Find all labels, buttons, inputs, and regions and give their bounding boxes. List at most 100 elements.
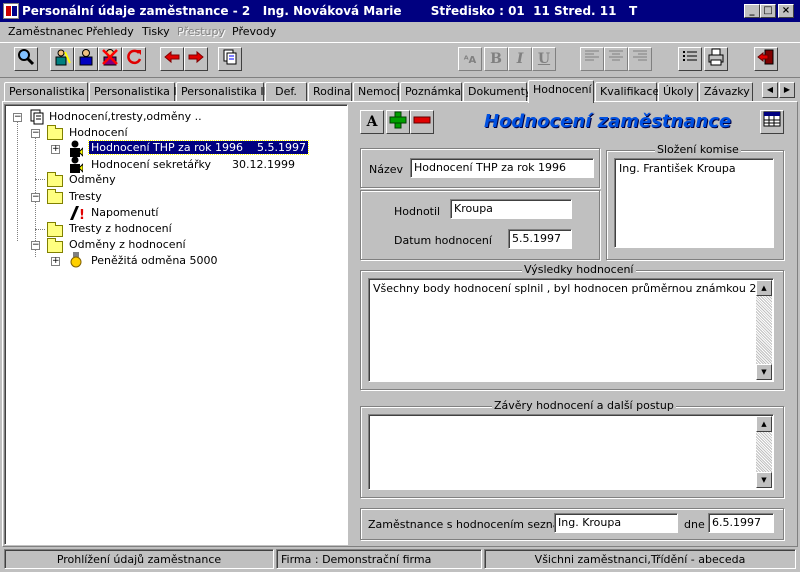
tree-view[interactable]: − Hodnocení,tresty,odměny .. − Hodnocení…: [4, 104, 348, 545]
tree-node-tresty-z-hodnoceni[interactable]: Tresty z hodnocení: [69, 222, 172, 235]
tab-personalistika-3[interactable]: Personalistika III: [176, 82, 270, 102]
tab-personalistika-2[interactable]: Personalistika II: [89, 82, 180, 102]
tab-def[interactable]: Def.: [265, 82, 307, 102]
align-right-button[interactable]: [628, 47, 652, 71]
tab-personalistika-1[interactable]: Personalistika I: [4, 82, 92, 102]
menu-prevody[interactable]: Převody: [232, 25, 276, 38]
font-size-icon: ᴬA: [463, 55, 477, 66]
tree-root[interactable]: Hodnocení,tresty,odměny ..: [49, 110, 202, 123]
menu-prestupy[interactable]: Přestupy: [177, 25, 225, 38]
search-button[interactable]: [14, 47, 38, 71]
tree-node-tresty[interactable]: Tresty: [69, 190, 102, 203]
remove-button[interactable]: [410, 110, 434, 134]
tab-ukoly[interactable]: Úkoly: [658, 82, 698, 102]
previous-button[interactable]: [160, 47, 184, 71]
evaluation-person-icon: [70, 156, 83, 173]
tree-connector: [17, 121, 18, 241]
nazev-label: Název: [369, 163, 404, 176]
print-button[interactable]: [704, 47, 728, 71]
menu-tisky[interactable]: Tisky: [142, 25, 170, 38]
hodnotil-input[interactable]: Kroupa: [450, 199, 572, 219]
arrow-up-icon: ▲: [761, 420, 767, 428]
collapse-toggle[interactable]: −: [31, 193, 40, 202]
tree-node-odmeny-z-hodnoceni[interactable]: Odměny z hodnocení: [69, 238, 186, 251]
bullet-list-icon: [683, 51, 697, 61]
menu-zamestnanec[interactable]: Zaměstnanec: [8, 25, 83, 38]
vysledky-title: Výsledky hodnocení: [522, 263, 636, 276]
svg-text:!: !: [79, 208, 85, 221]
calendar-button[interactable]: [760, 110, 784, 134]
align-left-button[interactable]: [580, 47, 604, 71]
komise-title: Složení komise: [655, 143, 741, 156]
collapse-toggle[interactable]: −: [31, 241, 40, 250]
arrow-left-icon: [164, 50, 180, 64]
delete-person-button[interactable]: [98, 47, 122, 71]
panel-title: Hodnocení zaměstnance: [484, 111, 732, 132]
edit-person-button[interactable]: [50, 47, 74, 71]
italic-button[interactable]: I: [508, 47, 532, 71]
add-button[interactable]: [386, 110, 410, 134]
align-center-button[interactable]: [604, 47, 628, 71]
font-button[interactable]: A: [360, 110, 384, 134]
delete-person-icon: [102, 49, 118, 66]
underline-button[interactable]: U: [532, 47, 556, 71]
collapse-toggle[interactable]: −: [31, 129, 40, 138]
bullet-list-button[interactable]: [678, 47, 702, 71]
tab-nemoci[interactable]: Nemoci: [353, 82, 400, 102]
vysledky-textarea[interactable]: Všechny body hodnocení splnil , byl hodn…: [368, 278, 774, 382]
scroll-down-button[interactable]: ▼: [756, 472, 772, 488]
app-icon[interactable]: [3, 3, 19, 19]
tab-rodina[interactable]: Rodina: [308, 82, 352, 102]
komise-textarea[interactable]: Ing. František Kroupa: [614, 158, 774, 248]
copy-document-button[interactable]: [218, 47, 242, 71]
vysledky-text: Všechny body hodnocení splnil , byl hodn…: [373, 282, 760, 295]
bold-button[interactable]: B: [484, 47, 508, 71]
expand-toggle[interactable]: +: [51, 257, 60, 266]
nazev-input[interactable]: Hodnocení THP za rok 1996: [410, 158, 594, 178]
tree-item[interactable]: Napomenutí: [91, 206, 158, 219]
vysledky-scrollbar[interactable]: ▲ ▼: [756, 280, 772, 380]
collapse-toggle[interactable]: −: [13, 113, 22, 122]
tree-item[interactable]: Peněžitá odměna 5000: [91, 254, 218, 267]
tab-zavazky[interactable]: Závazky: [699, 82, 753, 102]
hodnotil-label: Hodnotil: [394, 205, 441, 218]
minus-icon: [413, 116, 431, 124]
zavery-textarea[interactable]: [368, 414, 774, 490]
tree-item[interactable]: Hodnocení sekretářky 30.12.1999: [91, 158, 295, 171]
scroll-up-button[interactable]: ▲: [756, 280, 772, 296]
tab-scroll-right[interactable]: ▶: [779, 82, 795, 98]
tab-scroll-left[interactable]: ◀: [762, 82, 778, 98]
tree-node-odmeny[interactable]: Odměny: [69, 173, 116, 186]
exit-button[interactable]: [754, 47, 778, 71]
tab-kvalifikace[interactable]: Kvalifikace: [595, 82, 659, 102]
folder-icon: [47, 222, 63, 237]
datum-input[interactable]: 5.5.1997: [508, 229, 572, 249]
seznamil-input[interactable]: Ing. Kroupa: [554, 513, 678, 533]
dne-input[interactable]: 6.5.1997: [708, 513, 774, 533]
dne-label: dne: [684, 518, 705, 531]
tree-node-hodnoceni[interactable]: Hodnocení: [69, 126, 128, 139]
add-person-button[interactable]: [74, 47, 98, 71]
medal-icon: [70, 252, 82, 268]
next-button[interactable]: [184, 47, 208, 71]
close-button[interactable]: ×: [778, 4, 794, 18]
toolbar: ᴬA B I U: [0, 42, 800, 78]
menu-bar: Zaměstnanec Přehledy Tisky Přestupy Přev…: [0, 22, 800, 42]
tab-hodnoceni[interactable]: Hodnocení: [528, 80, 594, 103]
tab-dokumenty[interactable]: Dokumenty: [463, 82, 531, 102]
tab-poznamka[interactable]: Poznámka: [400, 82, 462, 102]
bold-icon: B: [490, 51, 502, 67]
minimize-button[interactable]: _: [744, 4, 760, 18]
menu-prehledy[interactable]: Přehledy: [86, 25, 134, 38]
font-style-button[interactable]: ᴬA: [458, 47, 482, 71]
tab-strip: Personalistika I Personalistika II Perso…: [0, 80, 800, 103]
scroll-down-button[interactable]: ▼: [756, 364, 772, 380]
expand-toggle[interactable]: +: [51, 145, 60, 154]
zavery-title: Závěry hodnocení a další postup: [492, 399, 676, 412]
zavery-scrollbar[interactable]: ▲ ▼: [756, 416, 772, 488]
refresh-button[interactable]: [122, 47, 146, 71]
maximize-button[interactable]: □: [760, 4, 776, 18]
scroll-up-button[interactable]: ▲: [756, 416, 772, 432]
title-bar: Personální údaje zaměstnance - 2 Ing. No…: [0, 0, 800, 22]
tree-item-selected[interactable]: Hodnocení THP za rok 1996 5.5.1997: [88, 140, 309, 155]
